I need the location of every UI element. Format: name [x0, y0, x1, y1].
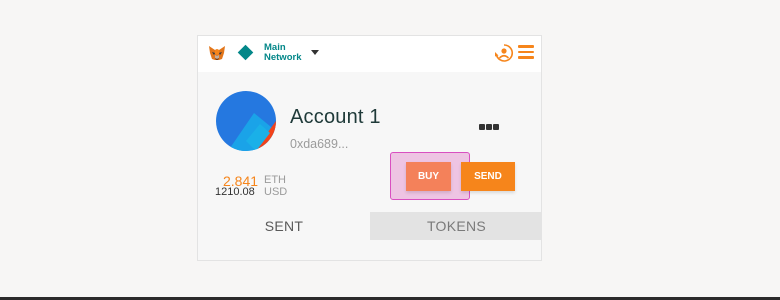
- account-name: Account 1: [290, 106, 381, 128]
- menu-icon[interactable]: [518, 45, 534, 59]
- account-switch-icon[interactable]: [494, 43, 514, 63]
- eth-unit-label: ETH: [264, 174, 286, 186]
- buy-button[interactable]: BUY: [406, 162, 451, 191]
- tab-tokens[interactable]: TOKENS: [370, 212, 541, 240]
- network-label-line2: Network: [264, 52, 302, 63]
- usd-balance: 1210.08: [215, 186, 255, 198]
- network-selector[interactable]: Main Network: [264, 43, 312, 63]
- more-options-icon[interactable]: [479, 115, 501, 130]
- account-identicon: [216, 91, 276, 151]
- tab-sent[interactable]: SENT: [198, 212, 370, 240]
- wallet-panel: Main Network Account 1 0xda689... 2.841 …: [197, 35, 542, 261]
- usd-unit-label: USD: [264, 186, 288, 198]
- send-button[interactable]: SEND: [461, 162, 515, 191]
- chevron-down-icon[interactable]: [311, 50, 319, 55]
- account-address[interactable]: 0xda689...: [290, 137, 348, 151]
- header-bar: Main Network: [198, 36, 541, 72]
- metamask-fox-icon[interactable]: [207, 43, 227, 63]
- network-diamond-icon[interactable]: [237, 44, 254, 61]
